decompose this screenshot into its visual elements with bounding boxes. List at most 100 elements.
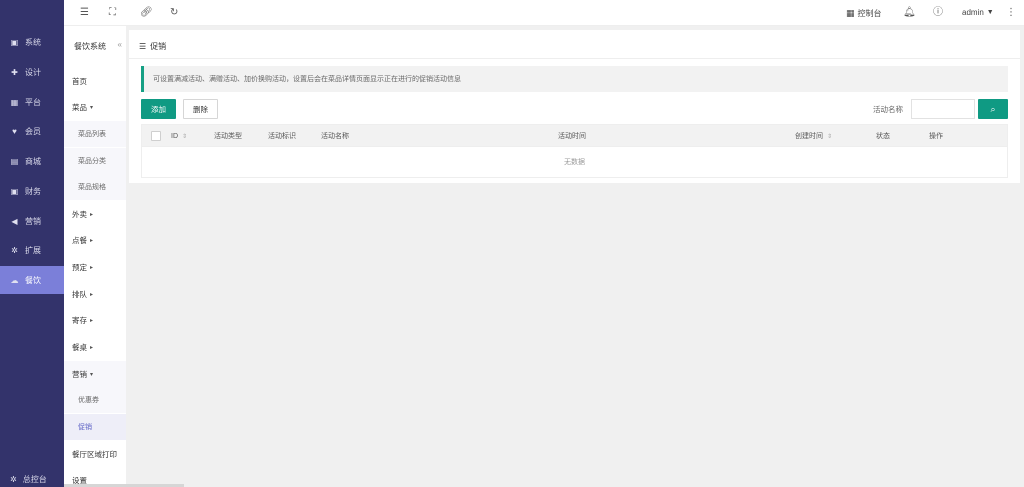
- caret-down-icon: ▾: [90, 104, 94, 111]
- nav-item-master-console[interactable]: ✲ 总控台: [0, 472, 64, 487]
- caret-right-icon: ▸: [90, 344, 94, 351]
- select-all-checkbox[interactable]: [151, 131, 161, 141]
- megaphone-icon: ◀: [11, 216, 18, 226]
- nav-label: 营销: [25, 216, 41, 226]
- menu-fold-icon[interactable]: ☰: [80, 8, 89, 18]
- nav-label: 扩展: [25, 245, 41, 255]
- caret-right-icon: ▸: [90, 291, 94, 298]
- subnav-item-promotion[interactable]: 促销: [64, 414, 126, 440]
- user-menu[interactable]: admin ▼: [962, 8, 994, 17]
- subnav-group-reserve[interactable]: 预定 ▸: [64, 254, 126, 280]
- bell-icon[interactable]: 🔔︎: [903, 8, 916, 18]
- col-time: 活动时间: [558, 125, 586, 147]
- subnav-label: 餐桌: [72, 342, 87, 352]
- nav-item-member[interactable]: ♥ 会员: [0, 117, 64, 145]
- nav-item-finance[interactable]: ▣ 财务: [0, 177, 64, 205]
- nav-label: 财务: [25, 186, 41, 196]
- nav-label: 餐饮: [25, 275, 41, 285]
- monitor-icon: ▣: [10, 37, 19, 47]
- col-label: 活动标识: [268, 133, 296, 140]
- nav-label: 系统: [25, 37, 41, 47]
- subnav-label: 菜品分类: [78, 158, 106, 165]
- gear-icon: ✲: [10, 475, 17, 484]
- wallet-icon: ▣: [10, 186, 19, 196]
- delete-button[interactable]: 删除: [183, 99, 218, 119]
- subnav-label: 菜品列表: [78, 131, 106, 138]
- nav-label: 平台: [25, 97, 41, 107]
- subnav-label: 排队: [72, 289, 87, 299]
- subnav-item-area-print[interactable]: 餐厅区域打印: [64, 441, 126, 467]
- subnav-label: 首页: [72, 76, 87, 86]
- nav-item-catering[interactable]: ☁ 餐饮: [0, 266, 64, 294]
- collapse-icon[interactable]: «: [118, 40, 122, 49]
- col-name: 活动名称: [321, 125, 349, 147]
- col-actions: 操作: [929, 125, 943, 147]
- nav-label: 商城: [25, 156, 41, 166]
- col-label: 状态: [876, 133, 890, 140]
- caret-down-icon: ▼: [986, 9, 994, 16]
- subnav-item-coupon[interactable]: 优惠券: [64, 387, 126, 413]
- subnav-label: 外卖: [72, 209, 87, 219]
- subnav-item-dish-list[interactable]: 菜品列表: [64, 121, 126, 147]
- nav-item-extend[interactable]: ✲ 扩展: [0, 236, 64, 264]
- subnav-group-dishes[interactable]: 菜品 ▾: [64, 94, 126, 120]
- nav-label: 设计: [25, 67, 41, 77]
- nav-item-platform[interactable]: ▦ 平台: [0, 88, 64, 116]
- more-icon[interactable]: ⋮: [1006, 8, 1016, 18]
- col-label: 活动时间: [558, 133, 586, 140]
- caret-right-icon: ▸: [90, 237, 94, 244]
- chart-icon: ▦: [846, 8, 855, 18]
- col-label: 活动类型: [214, 133, 242, 140]
- subnav-item-dish-category[interactable]: 菜品分类: [64, 148, 126, 174]
- notice-box: 可设置满减活动、满赠活动、加价换购活动，设置后会在菜品详情页面显示正在进行的促销…: [141, 66, 1008, 92]
- top-bar: ☰ ⛶ 🔗︎ ↻ ▦ 控制台 🔔︎ ⓘ admin ▼ ⋮: [64, 0, 1024, 26]
- subnav-label: 餐厅区域打印: [72, 449, 117, 459]
- subnav-item-dish-spec[interactable]: 菜品规格: [64, 174, 126, 200]
- subnav-group-order[interactable]: 点餐 ▸: [64, 227, 126, 253]
- console-button[interactable]: ▦ 控制台: [846, 8, 882, 19]
- cloud-icon: ☁: [10, 275, 19, 285]
- col-created[interactable]: 创建时间 ⇕: [795, 125, 832, 147]
- nav-item-marketing[interactable]: ◀ 营销: [0, 207, 64, 235]
- nav-item-mall[interactable]: ▤ 商城: [0, 147, 64, 175]
- col-id[interactable]: ID ⇕: [171, 125, 187, 147]
- caret-down-icon: ▾: [90, 371, 94, 378]
- promotion-table: ID ⇕ 活动类型 活动标识 活动名称 活动时间 创建时间 ⇕ 状态 操作 无数…: [141, 124, 1008, 178]
- add-button[interactable]: 添加: [141, 99, 176, 119]
- search-button[interactable]: ⌕: [978, 99, 1008, 119]
- main-nav: ▣ 系统 ✚ 设计 ▦ 平台 ♥ 会员 ▤ 商城 ▣ 财务 ◀ 营销 ✲ 扩展 …: [0, 0, 64, 487]
- col-label: 操作: [929, 133, 943, 140]
- fullscreen-icon[interactable]: ⛶: [109, 8, 116, 18]
- page-title-text: 促销: [150, 42, 167, 51]
- console-label: 控制台: [857, 9, 882, 18]
- sub-nav: 餐饮系统 « 首页 菜品 ▾ 菜品列表 菜品分类 菜品规格 外卖 ▸ 点餐 ▸ …: [64, 26, 126, 487]
- col-type: 活动类型: [214, 125, 242, 147]
- promotion-panel: ☰ 促销 可设置满减活动、满赠活动、加价换购活动，设置后会在菜品详情页面显示正在…: [129, 30, 1020, 183]
- subnav-group-queue[interactable]: 排队 ▸: [64, 281, 126, 307]
- nav-item-design[interactable]: ✚ 设计: [0, 58, 64, 86]
- subnav-item-home[interactable]: 首页: [64, 68, 126, 94]
- subnav-group-tables[interactable]: 餐桌 ▸: [64, 334, 126, 360]
- subnav-label: 营销: [72, 369, 87, 379]
- subnav-label: 寄存: [72, 315, 87, 325]
- nav-label: 总控台: [22, 475, 47, 484]
- help-icon[interactable]: ⓘ: [933, 8, 943, 18]
- nav-item-system[interactable]: ▣ 系统: [0, 28, 64, 56]
- subnav-label: 预定: [72, 262, 87, 272]
- empty-state: 无数据: [564, 159, 585, 166]
- subnav-label: 点餐: [72, 235, 87, 245]
- caret-right-icon: ▸: [90, 317, 94, 324]
- list-icon: ☰: [139, 42, 147, 51]
- grid-icon: ▦: [10, 97, 19, 107]
- search-input[interactable]: [911, 99, 975, 119]
- shop-icon: ▤: [10, 156, 19, 166]
- subnav-group-takeout[interactable]: 外卖 ▸: [64, 201, 126, 227]
- refresh-icon[interactable]: ↻: [170, 8, 178, 18]
- search-icon: ⌕: [990, 103, 996, 114]
- subnav-group-marketing[interactable]: 营销 ▾: [64, 361, 126, 387]
- subnav-label: 促销: [78, 424, 92, 431]
- table-header: ID ⇕ 活动类型 活动标识 活动名称 活动时间 创建时间 ⇕ 状态 操作: [142, 125, 1007, 147]
- subnav-group-storage[interactable]: 寄存 ▸: [64, 307, 126, 333]
- link-icon[interactable]: 🔗︎: [140, 8, 153, 18]
- col-label: 活动名称: [321, 133, 349, 140]
